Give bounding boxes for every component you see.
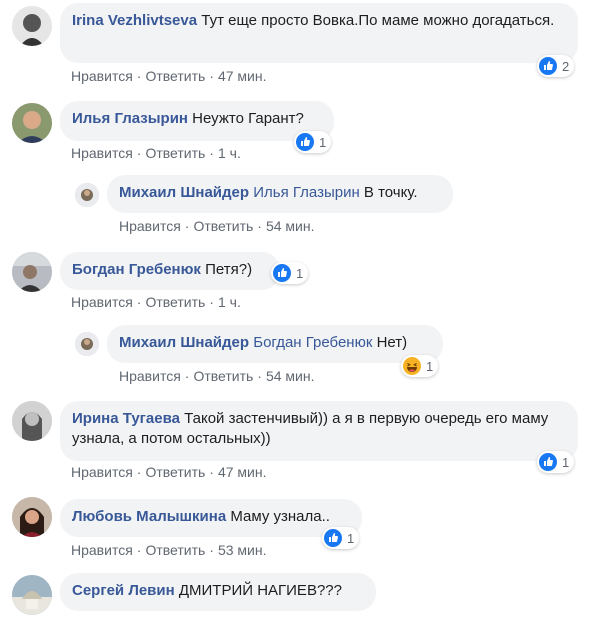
- comment-author[interactable]: Ирина Тугаева: [72, 410, 180, 427]
- avatar[interactable]: [75, 183, 99, 207]
- reply-link[interactable]: Ответить: [145, 542, 205, 558]
- comment-time[interactable]: 47 мин.: [218, 464, 267, 480]
- comment-meta: Нравится · Ответить · 54 мин.: [119, 368, 315, 384]
- comment-meta: Нравится · Ответить · 47 мин.: [71, 464, 267, 480]
- comment-time[interactable]: 54 мин.: [266, 368, 315, 384]
- reaction-number: 1: [426, 358, 434, 374]
- mention-link[interactable]: Илья Глазырин: [253, 184, 360, 201]
- comment-time[interactable]: 53 мин.: [218, 542, 267, 558]
- avatar[interactable]: [12, 401, 52, 441]
- comment-author[interactable]: Любовь Малышкина: [72, 508, 226, 525]
- comment-bubble: Irina Vezhlivtseva Тут еще просто Вовка.…: [60, 3, 578, 63]
- like-link[interactable]: Нравится: [119, 218, 181, 234]
- like-icon: [296, 133, 314, 151]
- reply-link[interactable]: Ответить: [145, 294, 205, 310]
- avatar[interactable]: [12, 252, 52, 292]
- avatar[interactable]: [12, 575, 52, 615]
- reply-link[interactable]: Ответить: [145, 145, 205, 161]
- like-link[interactable]: Нравится: [71, 145, 133, 161]
- reply-bubble: Михаил Шнайдер Илья Глазырин В точку.: [107, 175, 453, 213]
- comment-bubble: Сергей Левин ДМИТРИЙ НАГИЕВ???: [60, 573, 376, 611]
- avatar[interactable]: [12, 103, 52, 143]
- comment-meta: Нравится · Ответить · 47 мин.: [71, 68, 267, 84]
- comment-author[interactable]: Михаил Шнайдер: [119, 184, 249, 201]
- reaction-count[interactable]: 1: [537, 451, 575, 473]
- comment-meta: Нравится · Ответить · 1 ч.: [71, 145, 241, 161]
- reply-link[interactable]: Ответить: [193, 368, 253, 384]
- comment-meta: Нравится · Ответить · 53 мин.: [71, 542, 267, 558]
- comment-text: Петя?): [205, 261, 253, 278]
- reply-link[interactable]: Ответить: [145, 464, 205, 480]
- comment-author[interactable]: Сергей Левин: [72, 582, 175, 599]
- comment-bubble: Ирина Тугаева Такой застенчивый)) а я в …: [60, 401, 578, 461]
- comment-text: В точку.: [363, 184, 418, 201]
- reaction-number: 1: [562, 454, 570, 470]
- comment-author[interactable]: Михаил Шнайдер: [119, 334, 249, 351]
- comment-bubble: Богдан Гребенюк Петя?): [60, 252, 280, 290]
- comment-text: Маму узнала..: [230, 508, 330, 525]
- like-icon: [539, 453, 557, 471]
- like-link[interactable]: Нравится: [71, 542, 133, 558]
- comment-bubble: Илья Глазырин Неужто Гарант?: [60, 101, 334, 141]
- avatar[interactable]: [75, 332, 99, 356]
- comment-author[interactable]: Irina Vezhlivtseva: [72, 12, 197, 29]
- reaction-number: 1: [347, 530, 355, 546]
- like-icon: [273, 264, 291, 282]
- like-link[interactable]: Нравится: [119, 368, 181, 384]
- comment-bubble: Любовь Малышкина Маму узнала..: [60, 499, 362, 537]
- comment-time[interactable]: 54 мин.: [266, 218, 315, 234]
- reaction-number: 1: [296, 265, 304, 281]
- reply-link[interactable]: Ответить: [145, 68, 205, 84]
- reaction-count[interactable]: 1: [401, 355, 439, 377]
- comment-time[interactable]: 1 ч.: [218, 145, 241, 161]
- like-icon: [539, 57, 557, 75]
- reaction-count[interactable]: 1: [322, 527, 360, 549]
- comment-meta: Нравится · Ответить · 1 ч.: [71, 294, 241, 310]
- comment-meta: Нравится · Ответить · 54 мин.: [119, 218, 315, 234]
- comment-text: ДМИТРИЙ НАГИЕВ???: [178, 582, 342, 599]
- avatar[interactable]: [12, 6, 52, 46]
- reaction-count[interactable]: 1: [271, 262, 309, 284]
- comment-text: Нет): [376, 334, 408, 351]
- like-link[interactable]: Нравится: [71, 68, 133, 84]
- like-link[interactable]: Нравится: [71, 294, 133, 310]
- comment-author[interactable]: Богдан Гребенюк: [72, 261, 201, 278]
- mention-link[interactable]: Богдан Гребенюк: [253, 334, 372, 351]
- reply-bubble: Михаил Шнайдер Богдан Гребенюк Нет): [107, 325, 443, 363]
- like-link[interactable]: Нравится: [71, 464, 133, 480]
- avatar[interactable]: [12, 497, 52, 537]
- comment-time[interactable]: 47 мин.: [218, 68, 267, 84]
- haha-icon: [403, 357, 421, 375]
- reaction-number: 2: [562, 58, 570, 74]
- reply-link[interactable]: Ответить: [193, 218, 253, 234]
- reaction-count[interactable]: 1: [294, 131, 332, 153]
- comment-text: Неужто Гарант?: [192, 110, 304, 127]
- like-icon: [324, 529, 342, 547]
- reaction-number: 1: [319, 134, 327, 150]
- comment-author[interactable]: Илья Глазырин: [72, 110, 188, 127]
- reaction-count[interactable]: 2: [537, 55, 575, 77]
- comment-text: Тут еще просто Вовка.По маме можно догад…: [201, 12, 555, 29]
- comment-time[interactable]: 1 ч.: [218, 294, 241, 310]
